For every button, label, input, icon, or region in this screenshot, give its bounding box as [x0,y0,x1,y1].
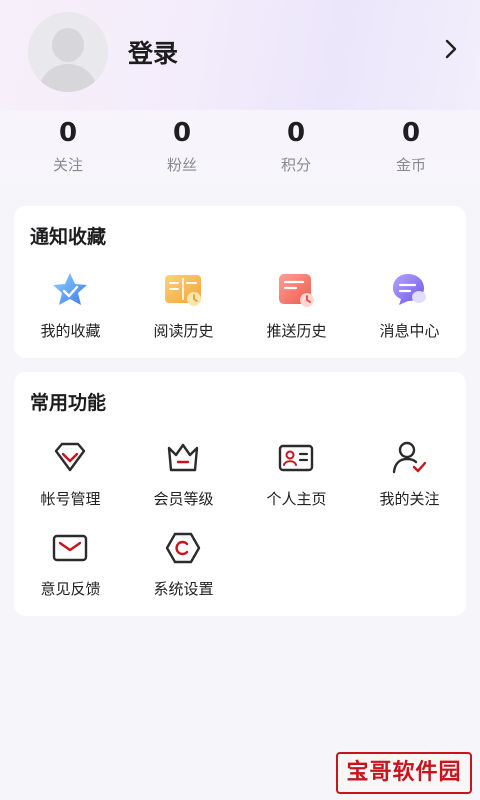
stat-label: 金币 [395,156,426,174]
grid-item-label: 消息中心 [379,322,440,340]
crown-icon [167,443,199,472]
avatar-head-shape [52,28,84,62]
grid-item-label: 帐号管理 [40,490,101,508]
stat-value: 0 [286,118,306,148]
stats-row: 0 关注 0 粉丝 0 积分 0 金币 [0,116,480,180]
grid-item-label: 意见反馈 [40,580,101,598]
stat-value: 0 [58,118,78,148]
grid-item-account-manage[interactable]: 帐号管理 [14,438,127,518]
avatar[interactable] [28,12,108,92]
id-card-icon [278,444,314,472]
stat-label: 关注 [52,156,83,174]
common-functions-card: 常用功能 帐号管理 会员等级 个人主页 我的关注 意见反馈 系统设置 [14,372,466,616]
stat-label: 粉丝 [166,156,197,174]
message-center-icon [393,274,426,305]
grid-item-personal-home[interactable]: 个人主页 [240,438,353,518]
stat-coins[interactable]: 0 金币 [361,116,461,175]
stat-following[interactable]: 0 关注 [18,116,118,175]
avatar-body-shape [38,64,98,92]
stat-fans[interactable]: 0 粉丝 [132,116,232,175]
grid-item-member-level[interactable]: 会员等级 [127,438,240,518]
stat-points[interactable]: 0 积分 [246,116,346,175]
account-manage-icon [54,442,86,472]
grid-item-label: 阅读历史 [153,322,214,340]
grid-item-label: 个人主页 [266,490,327,508]
grid-item-label: 我的收藏 [40,322,101,340]
stat-value: 0 [401,118,421,148]
grid-item-favorites[interactable]: 我的收藏 [14,270,127,350]
user-follow-icon [392,441,427,474]
section-title: 常用功能 [30,392,107,414]
star-favorites-icon [53,273,87,305]
section-title: 通知收藏 [30,226,107,248]
watermark-logo: 宝哥软件园 [336,752,472,794]
grid-item-my-follow[interactable]: 我的关注 [353,438,466,518]
mail-feedback-icon [52,534,88,562]
grid-item-label: 系统设置 [153,580,214,598]
login-label[interactable]: 登录 [128,34,178,70]
grid-item-label: 推送历史 [266,322,327,340]
stat-value: 0 [172,118,192,148]
grid-item-message-center[interactable]: 消息中心 [353,270,466,350]
grid-item-label: 会员等级 [153,490,214,508]
notify-card: 通知收藏 我的收藏 阅读历史 推送历史 消息中心 [14,206,466,358]
settings-hex-icon [165,532,201,564]
grid-item-system-settings[interactable]: 系统设置 [127,528,240,608]
stat-label: 积分 [280,156,311,174]
profile-header[interactable]: 登录 [0,0,480,100]
push-history-icon [279,274,314,307]
book-history-icon [165,275,201,306]
grid-item-label: 我的关注 [379,490,440,508]
grid-item-read-history[interactable]: 阅读历史 [127,270,240,350]
grid-item-push-history[interactable]: 推送历史 [240,270,353,350]
grid-item-feedback[interactable]: 意见反馈 [14,528,127,608]
chevron-right-icon[interactable] [440,36,462,62]
